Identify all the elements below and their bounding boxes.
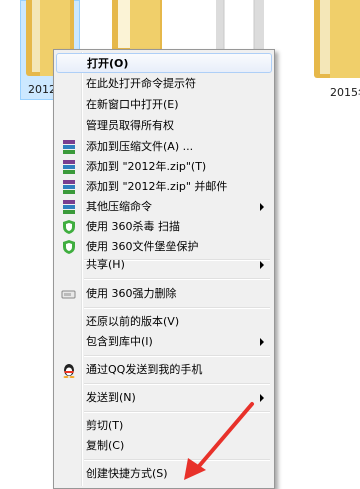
menu-item-label: 使用 360文件堡垒保护 [86,240,199,253]
menu-item-label: 打开(O) [87,57,129,70]
menu-item-label: 复制(C) [86,439,125,452]
submenu-arrow-icon [260,203,264,211]
menu-item-add-to-zip[interactable]: 添加到 "2012年.zip"(T) [56,157,272,177]
menu-item-label: 添加到压缩文件(A) ... [86,140,194,153]
menu-item-label: 包含到库中(I) [86,335,153,348]
rar-archive-icon [63,140,75,154]
menu-item-label: 剪切(T) [86,419,124,432]
menu-separator [84,307,270,309]
menu-item-add-to-zip-email[interactable]: 添加到 "2012年.zip" 并邮件 [56,177,272,197]
menu-item-open[interactable]: 打开(O) [56,53,272,73]
360-shield-icon [63,240,75,254]
annotation-arrow-icon [184,402,254,480]
rar-archive-icon [63,160,75,174]
menu-item-other-compress[interactable]: 其他压缩命令 [56,197,272,217]
folder-2015[interactable]: 2015年 [308,0,360,100]
menu-item-include-library[interactable]: 包含到库中(I) [56,332,272,352]
menu-item-label: 还原以前的版本(V) [86,315,180,328]
menu-item-restore-previous[interactable]: 还原以前的版本(V) [56,312,272,332]
menu-item-label: 发送到(N) [86,391,136,404]
submenu-arrow-icon [260,338,264,346]
menu-item-label: 其他压缩命令 [86,200,152,213]
folder-icon [314,0,360,78]
menu-item-label: 在新窗口中打开(E) [86,98,179,111]
menu-item-add-to-archive[interactable]: 添加到压缩文件(A) ... [56,137,272,157]
menu-item-cmd-here[interactable]: 在此处打开命令提示符 [56,74,272,94]
menu-item-label: 使用 360强力删除 [86,287,177,300]
menu-item-label: 添加到 "2012年.zip" 并邮件 [86,180,228,193]
rar-archive-icon [63,200,75,214]
menu-item-label: 通过QQ发送到我的手机 [86,363,203,376]
360-shield-icon [63,220,75,234]
folder-label: 2015年 [330,86,360,99]
menu-item-label: 添加到 "2012年.zip"(T) [86,160,207,173]
menu-separator [84,278,270,280]
menu-item-open-new-window[interactable]: 在新窗口中打开(E) [56,95,272,115]
menu-item-label: 管理员取得所有权 [86,119,174,132]
menu-item-label: 在此处打开命令提示符 [86,77,196,90]
menu-separator [84,355,270,357]
folder-label: 2012 [28,83,56,96]
rar-archive-icon [63,180,75,194]
menu-item-label: 创建快捷方式(S) [86,467,168,480]
usb-drive-icon [61,290,76,299]
menu-item-force-delete-360[interactable]: 使用 360强力删除 [56,284,272,304]
menu-item-take-ownership[interactable]: 管理员取得所有权 [56,116,272,136]
menu-item-send-qq-phone[interactable]: 通过QQ发送到我的手机 [56,360,272,380]
menu-item-label: 共享(H) [86,258,125,271]
menu-item-label: 使用 360杀毒 扫描 [86,220,180,233]
qq-penguin-icon [63,364,75,378]
menu-separator [84,383,270,385]
menu-item-vault-360[interactable]: 使用 360文件堡垒保护 [56,237,272,257]
submenu-arrow-icon [260,261,264,269]
menu-item-share[interactable]: 共享(H) [56,255,272,275]
submenu-arrow-icon [260,394,264,402]
menu-item-scan-360[interactable]: 使用 360杀毒 扫描 [56,217,272,237]
